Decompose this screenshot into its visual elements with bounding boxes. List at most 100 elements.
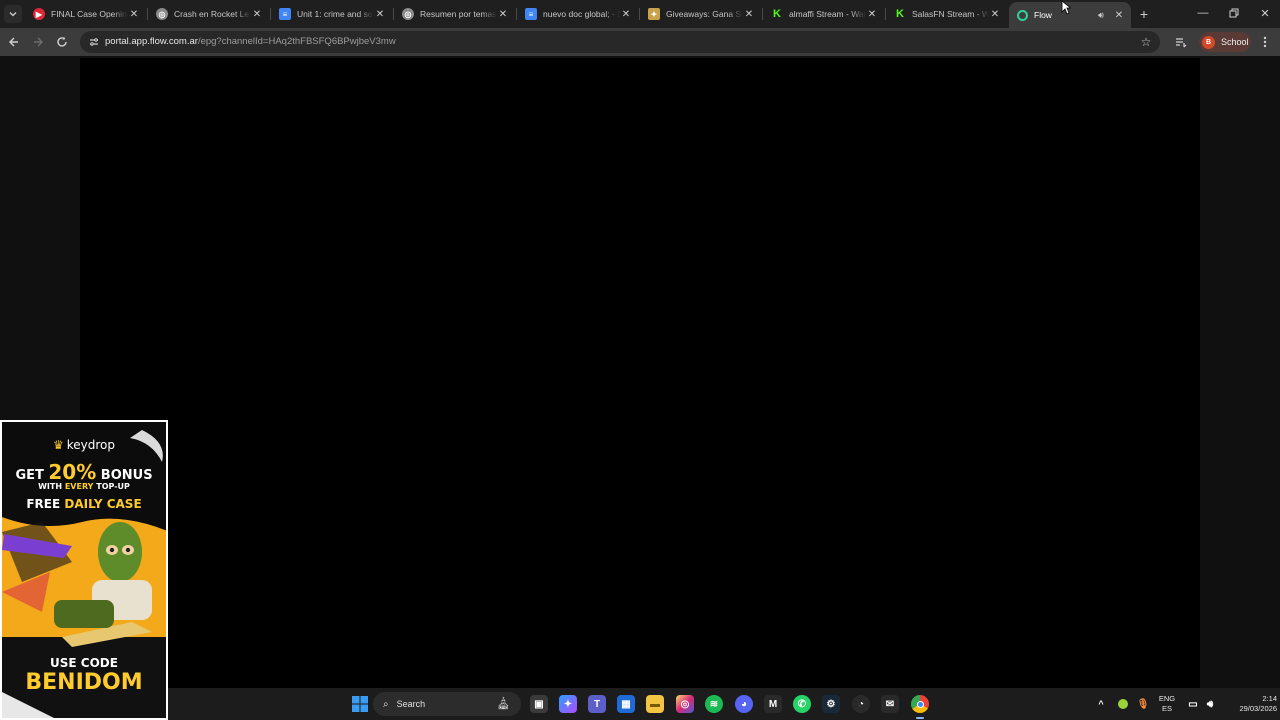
chrome-active-indicator: [916, 717, 924, 719]
close-icon[interactable]: ✕: [1113, 9, 1125, 21]
ad-daily-case: FREE DAILY CASE: [2, 497, 166, 511]
bookmark-star-icon[interactable]: ☆: [1139, 35, 1153, 49]
discord-icon[interactable]: ◕: [735, 695, 753, 713]
whatsapp-icon[interactable]: ✆: [793, 695, 811, 713]
network-icon[interactable]: ▭: [1184, 695, 1202, 713]
instagram-icon[interactable]: ◎: [676, 695, 694, 713]
language-bottom: ES: [1161, 704, 1172, 713]
url-text[interactable]: portal.app.flow.com.ar/epg?channelId=HAq…: [105, 36, 396, 47]
speaker-icon[interactable]: 🔊︎: [1095, 9, 1107, 21]
page-content: [0, 56, 1280, 688]
globe-icon: ◎: [402, 8, 414, 20]
tab-salasfn-stream[interactable]: K SalasFN Stream - Wa ✕: [886, 3, 1007, 25]
close-icon[interactable]: ✕: [866, 8, 878, 20]
new-tab-button[interactable]: +: [1135, 5, 1153, 23]
ad-subline-suffix: TOP-UP: [93, 482, 130, 491]
browser-toolbar: portal.app.flow.com.ar/epg?channelId=HAq…: [0, 28, 1280, 56]
restore-icon: [1229, 8, 1239, 18]
minimize-button[interactable]: —: [1193, 4, 1213, 22]
forward-button[interactable]: [29, 33, 47, 51]
globe-icon: ◎: [156, 8, 168, 20]
store-icon[interactable]: ▦: [617, 695, 635, 713]
search-icon: ⌕: [383, 698, 389, 710]
tab-title: Resumen por temas: [420, 9, 497, 19]
microphone-icon[interactable]: 🎙︎: [1134, 695, 1152, 713]
copilot-icon[interactable]: ✦: [559, 695, 577, 713]
restore-button[interactable]: [1224, 4, 1244, 22]
tab-final-case-opening[interactable]: ▶ FINAL Case Opening ✕: [25, 3, 146, 25]
reload-button[interactable]: [53, 33, 71, 51]
reading-list-button[interactable]: [1172, 33, 1190, 51]
volume-icon[interactable]: 🔊︎: [1201, 695, 1219, 713]
url-path: /epg?channelId=HAq2thFBSFQ6BPwjbeV3mw: [197, 36, 396, 47]
teams-icon[interactable]: T: [588, 695, 606, 713]
ad-headline-suffix: BONUS: [96, 468, 153, 483]
ad-daily-prefix: FREE: [26, 497, 65, 511]
playlist-icon: [1176, 38, 1187, 48]
tab-title: SalasFN Stream - Wa: [912, 9, 989, 19]
tray-app-icon[interactable]: [1114, 695, 1132, 713]
close-icon[interactable]: ✕: [374, 8, 386, 20]
arrow-right-icon: [34, 37, 43, 47]
ad-headline-percent: 20%: [48, 460, 97, 484]
chevron-down-icon: [9, 12, 17, 17]
chrome-icon[interactable]: [911, 695, 929, 713]
keydrop-ad-banner[interactable]: ♛ keydrop GET 20% BONUS WITH EVERY TOP-UP…: [0, 420, 168, 720]
tray-chevron-icon[interactable]: ^: [1092, 695, 1110, 713]
language-indicator[interactable]: ENG ES: [1154, 694, 1180, 714]
ad-brand-label: keydrop: [66, 438, 116, 452]
tab-title: nuevo doc global; - D: [543, 9, 620, 19]
close-window-button[interactable]: ✕: [1255, 4, 1275, 22]
task-view-icon[interactable]: ▣: [530, 695, 548, 713]
start-button[interactable]: [351, 695, 369, 713]
kick-icon: K: [773, 8, 781, 20]
tab-search-button[interactable]: [4, 5, 22, 23]
flow-icon: [1017, 9, 1028, 21]
close-icon[interactable]: ✕: [989, 8, 1001, 20]
back-button[interactable]: [5, 33, 23, 51]
tab-unit-1[interactable]: ≡ Unit 1: crime and soc ✕: [271, 3, 392, 25]
youtube-icon: ▶: [33, 8, 45, 20]
close-icon[interactable]: ✕: [620, 8, 632, 20]
ad-subline: WITH EVERY TOP-UP: [2, 482, 166, 491]
tab-title: Crash en Rocket Leag: [174, 9, 251, 19]
ad-brand: ♛ keydrop: [2, 438, 166, 452]
profile-label: School: [1221, 37, 1249, 47]
tab-giveaways[interactable]: ✦ Giveaways: Gana Skin ✕: [640, 3, 761, 25]
clock[interactable]: 2:14 29/03/2026: [1223, 694, 1277, 714]
mail-icon[interactable]: ✉: [881, 695, 899, 713]
browser-menu-button[interactable]: [1256, 33, 1274, 51]
tab-title: FINAL Case Opening: [51, 9, 128, 19]
tab-almaffi-stream[interactable]: K almaffi Stream - Wat ✕: [763, 3, 884, 25]
docs-icon: ≡: [279, 8, 291, 20]
close-icon[interactable]: ✕: [128, 8, 140, 20]
close-icon[interactable]: ✕: [251, 8, 263, 20]
address-bar[interactable]: portal.app.flow.com.ar/epg?channelId=HAq…: [80, 31, 1160, 53]
taskbar-search[interactable]: ⌕ Search ⛪︎: [373, 692, 521, 716]
ad-subline-highlight: EVERY: [64, 482, 94, 491]
arrow-left-icon: [9, 37, 18, 47]
clock-time: 2:14: [1262, 694, 1277, 703]
close-icon[interactable]: ✕: [743, 8, 755, 20]
tab-title: Giveaways: Gana Skin: [666, 9, 743, 19]
reload-icon: [57, 36, 67, 47]
site-info-icon[interactable]: [88, 36, 100, 48]
tab-title: Unit 1: crime and soc: [297, 9, 374, 19]
tab-resumen-por-temas[interactable]: ◎ Resumen por temas ✕: [394, 3, 515, 25]
spotify-icon[interactable]: ≋: [705, 695, 723, 713]
tab-crash-rocket-league[interactable]: ◎ Crash en Rocket Leag ✕: [148, 3, 269, 25]
file-explorer-icon[interactable]: ▬: [646, 695, 664, 713]
search-highlight-icon: ⛪︎: [495, 696, 511, 710]
close-icon[interactable]: ✕: [497, 8, 509, 20]
tab-strip: ▶ FINAL Case Opening ✕ ◎ Crash en Rocket…: [0, 0, 1280, 28]
ad-daily-highlight: DAILY CASE: [64, 497, 142, 511]
game-launcher-icon[interactable]: M: [764, 695, 782, 713]
steam-icon[interactable]: ⚙: [822, 695, 840, 713]
tab-nuevo-doc-global[interactable]: ≡ nuevo doc global; - D ✕: [517, 3, 638, 25]
language-top: ENG: [1158, 694, 1176, 703]
clock-app-icon[interactable]: ◔: [852, 695, 870, 713]
ad-code-value: BENIDOM: [25, 670, 143, 695]
video-player[interactable]: [80, 58, 1200, 688]
profile-button[interactable]: B School: [1199, 32, 1251, 52]
ad-headline-prefix: GET: [15, 468, 49, 483]
